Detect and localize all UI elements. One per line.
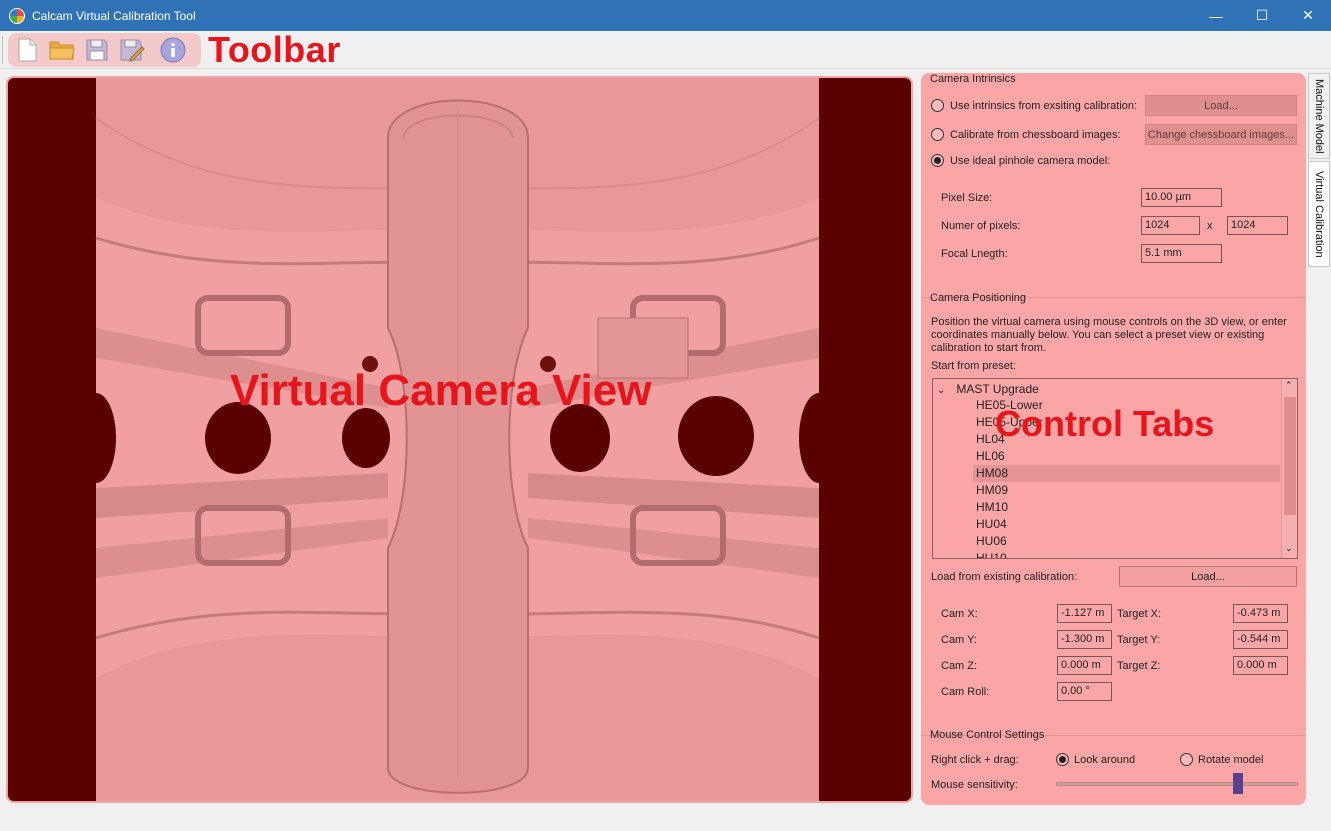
intrinsics-existing-radio[interactable] (931, 99, 944, 112)
toolbar-grip[interactable] (2, 37, 5, 63)
new-icon (18, 38, 37, 62)
change-chessboard-button[interactable]: Change chessboard images... (1145, 124, 1297, 145)
window-title: Calcam Virtual Calibration Tool (32, 8, 196, 23)
open-folder-icon (49, 41, 75, 60)
target-y-label: Target Y: (1117, 634, 1161, 646)
side-tab-bar: Machine Model Virtual Calibration (1308, 73, 1330, 273)
focal-length-label: Focal Lnegth: (941, 248, 1008, 260)
save-as-icon (120, 39, 145, 62)
camera-render[interactable] (8, 78, 911, 801)
scroll-down-icon[interactable]: ⌄ (1285, 543, 1293, 554)
sensitivity-label: Mouse sensitivity: (931, 779, 1018, 791)
tree-scrollbar[interactable]: ⌃ ⌄ (1281, 379, 1297, 558)
cam-y-field[interactable]: -1.300 m (1057, 630, 1112, 649)
intrinsics-existing-label: Use intrinsics from exsiting calibration… (950, 100, 1138, 112)
toolbar: Toolbar (0, 31, 1331, 69)
tree-root-label: MAST Upgrade (956, 382, 1039, 396)
cam-roll-field[interactable]: 0.00 ° (1057, 682, 1112, 701)
sensitivity-slider[interactable] (1056, 782, 1298, 786)
intrinsics-group-title: Camera Intrinsics (930, 73, 1016, 85)
positioning-description-1: Position the virtual camera using mouse … (931, 316, 1287, 328)
scroll-up-icon[interactable]: ⌃ (1285, 380, 1293, 391)
rotate-model-radio[interactable] (1180, 753, 1193, 766)
intrinsics-chessboard-label: Calibrate from chessboard images: (950, 129, 1121, 141)
target-y-field[interactable]: -0.544 m (1233, 630, 1288, 649)
control-tabs-panel: Camera Intrinsics Use intrinsics from ex… (921, 73, 1306, 805)
camera-view-annotation: Virtual Camera View (230, 366, 652, 415)
positioning-description-2: coordinates manually below. You can sele… (931, 329, 1265, 341)
tree-item-selected[interactable]: HM08 (973, 465, 1280, 482)
look-around-radio[interactable] (1056, 753, 1069, 766)
look-around-label: Look around (1074, 754, 1136, 766)
title-bar: Calcam Virtual Calibration Tool — ☐ ✕ (0, 0, 1331, 31)
tree-item[interactable]: HL06 (973, 448, 1280, 465)
app-logo-icon (9, 7, 25, 24)
tree-item[interactable]: HM09 (973, 482, 1280, 499)
info-icon (160, 37, 186, 63)
pixel-size-label: Pixel Size: (941, 192, 993, 204)
intrinsics-pinhole-label: Use ideal pinhole camera model: (950, 155, 1111, 167)
load-calibration-button[interactable]: Load... (1119, 566, 1297, 587)
right-click-label: Right click + drag: (931, 754, 1019, 766)
tree-item[interactable]: HU06 (973, 533, 1280, 550)
sensitivity-slider-handle[interactable] (1232, 773, 1243, 794)
target-x-label: Target X: (1117, 608, 1162, 620)
maximize-button[interactable]: ☐ (1239, 0, 1285, 31)
num-pixels-y-field[interactable]: 1024 (1227, 216, 1288, 235)
chevron-down-icon[interactable]: ⌄ (937, 385, 953, 396)
save-as-button[interactable] (118, 36, 146, 64)
intrinsics-chessboard-radio[interactable] (931, 128, 944, 141)
cam-z-label: Cam Z: (941, 660, 978, 672)
open-button[interactable] (48, 36, 76, 64)
target-z-label: Target Z: (1117, 660, 1161, 672)
rotate-model-label: Rotate model (1198, 754, 1264, 766)
target-z-field[interactable]: 0.000 m (1233, 656, 1288, 675)
scrollbar-thumb[interactable] (1284, 397, 1296, 515)
positioning-group-title: Camera Positioning (930, 292, 1026, 304)
positioning-description-3: calibration to start from. (931, 342, 1046, 354)
tab-machine-model-label: Machine Model (1313, 78, 1325, 154)
cam-roll-label: Cam Roll: (941, 686, 990, 698)
intrinsics-load-button[interactable]: Load... (1145, 95, 1297, 116)
num-pixels-x-field[interactable]: 1024 (1141, 216, 1200, 235)
toolbar-annotation: Toolbar (208, 29, 341, 70)
tab-machine-model[interactable]: Machine Model (1308, 73, 1330, 159)
target-x-field[interactable]: -0.473 m (1233, 604, 1288, 623)
pixel-size-field[interactable]: 10.00 µm (1141, 188, 1222, 207)
virtual-camera-view[interactable]: Virtual Camera View (6, 76, 913, 803)
focal-length-field[interactable]: 5.1 mm (1141, 244, 1222, 263)
num-pixels-separator: x (1207, 220, 1213, 232)
cam-y-label: Cam Y: (941, 634, 977, 646)
save-icon (86, 39, 108, 61)
tab-virtual-calibration-label: Virtual Calibration (1313, 170, 1325, 258)
cam-z-field[interactable]: 0.000 m (1057, 656, 1112, 675)
preset-label: Start from preset: (931, 360, 1016, 372)
tree-item[interactable]: HU04 (973, 516, 1280, 533)
save-button[interactable] (83, 36, 111, 64)
cam-x-field[interactable]: -1.127 m (1057, 604, 1112, 623)
control-tabs-annotation: Control Tabs (995, 403, 1215, 444)
tree-item[interactable]: HM10 (973, 499, 1280, 516)
mouse-group-title: Mouse Control Settings (930, 729, 1045, 741)
num-pixels-label: Numer of pixels: (941, 220, 1021, 232)
load-existing-label: Load from existing calibration: (931, 571, 1078, 583)
tab-virtual-calibration[interactable]: Virtual Calibration (1308, 161, 1330, 267)
tree-root[interactable]: ⌄ MAST Upgrade (937, 382, 1039, 396)
tree-item[interactable]: HU10 (973, 550, 1280, 558)
cam-x-label: Cam X: (941, 608, 978, 620)
info-button[interactable] (159, 36, 187, 64)
intrinsics-pinhole-radio[interactable] (931, 154, 944, 167)
new-button[interactable] (13, 36, 41, 64)
close-button[interactable]: ✕ (1285, 0, 1331, 31)
minimize-button[interactable]: — (1193, 0, 1239, 31)
